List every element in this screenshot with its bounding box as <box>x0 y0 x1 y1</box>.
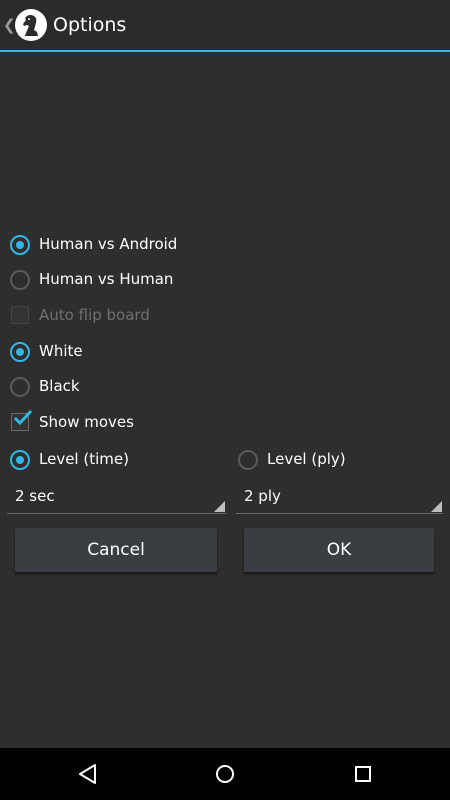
home-circle-icon[interactable] <box>211 760 239 788</box>
radio-label: White <box>39 342 83 360</box>
dropdown-corner-icon <box>214 501 225 512</box>
radio-level-ply[interactable]: Level (ply) <box>228 443 428 477</box>
spinner-value: 2 sec <box>15 487 55 505</box>
ply-level-spinner[interactable]: 2 ply <box>236 481 443 514</box>
checkbox-label: Auto flip board <box>39 306 150 324</box>
ok-button[interactable]: OK <box>244 528 434 572</box>
radio-button[interactable] <box>10 270 30 290</box>
radio-button[interactable] <box>10 377 30 397</box>
recents-square-icon[interactable] <box>349 760 377 788</box>
radio-label: Level (ply) <box>267 450 346 468</box>
dropdown-corner-icon <box>431 501 442 512</box>
radio-button-selected[interactable] <box>10 342 30 362</box>
radio-label: Black <box>39 377 80 395</box>
chess-knight-icon <box>15 9 47 41</box>
radio-white[interactable]: White <box>0 335 200 369</box>
page-title: Options <box>53 14 127 36</box>
check-mark-icon <box>13 409 33 426</box>
spinner-value: 2 ply <box>244 487 281 505</box>
checkbox-auto-flip-board: Auto flip board <box>0 299 200 333</box>
action-bar: ❮ Options <box>0 0 450 52</box>
action-bar-divider <box>0 50 450 52</box>
checkbox-show-moves[interactable]: Show moves <box>0 406 200 440</box>
radio-human-vs-android[interactable]: Human vs Android <box>0 228 200 262</box>
checkbox-checked[interactable] <box>11 409 33 431</box>
radio-level-time[interactable]: Level (time) <box>0 443 200 477</box>
radio-black[interactable]: Black <box>0 370 200 404</box>
checkbox-label: Show moves <box>39 413 134 431</box>
cancel-button[interactable]: Cancel <box>15 528 217 572</box>
up-button[interactable]: ❮ <box>0 8 50 44</box>
radio-label: Human vs Android <box>39 235 178 253</box>
radio-button-selected[interactable] <box>10 450 30 470</box>
radio-label: Human vs Human <box>39 270 174 288</box>
radio-human-vs-human[interactable]: Human vs Human <box>0 263 200 297</box>
radio-label: Level (time) <box>39 450 129 468</box>
radio-button-selected[interactable] <box>10 235 30 255</box>
time-level-spinner[interactable]: 2 sec <box>7 481 226 514</box>
radio-button[interactable] <box>238 450 258 470</box>
navigation-bar <box>0 748 450 800</box>
back-triangle-icon[interactable] <box>74 760 102 788</box>
checkbox <box>11 306 29 324</box>
